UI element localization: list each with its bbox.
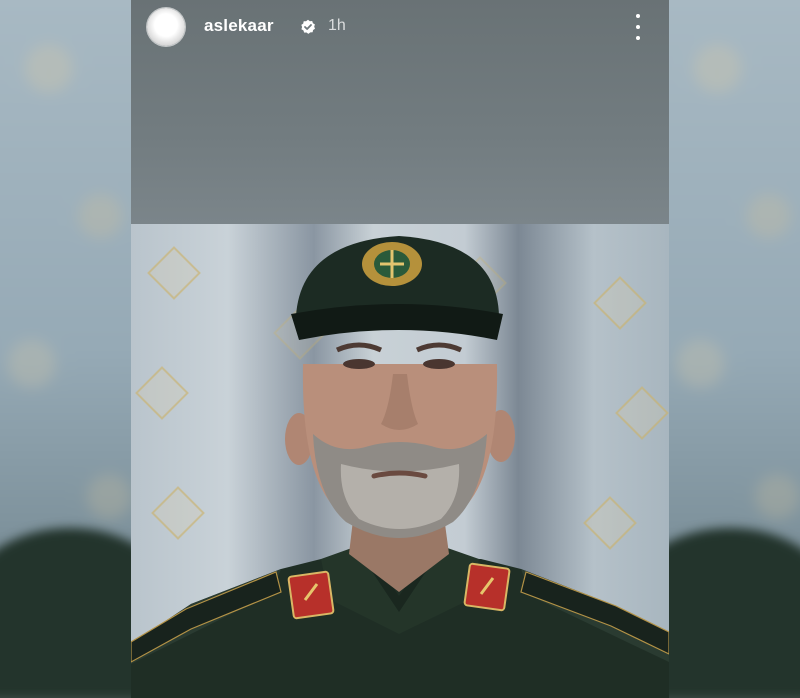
story-photo	[131, 224, 669, 698]
story-header: aslekaar 1h	[131, 0, 669, 56]
story-viewer: aslekaar 1h	[0, 0, 800, 698]
story-card[interactable]: aslekaar 1h	[131, 0, 669, 698]
avatar[interactable]	[147, 8, 185, 46]
more-options-icon[interactable]	[633, 14, 643, 40]
verified-badge-icon	[300, 19, 316, 35]
portrait-illustration	[131, 236, 669, 698]
username-label[interactable]: aslekaar	[204, 16, 274, 36]
blurred-backdrop-left	[0, 0, 132, 698]
post-time: 1h	[328, 17, 346, 34]
blurred-backdrop-right	[669, 0, 800, 698]
